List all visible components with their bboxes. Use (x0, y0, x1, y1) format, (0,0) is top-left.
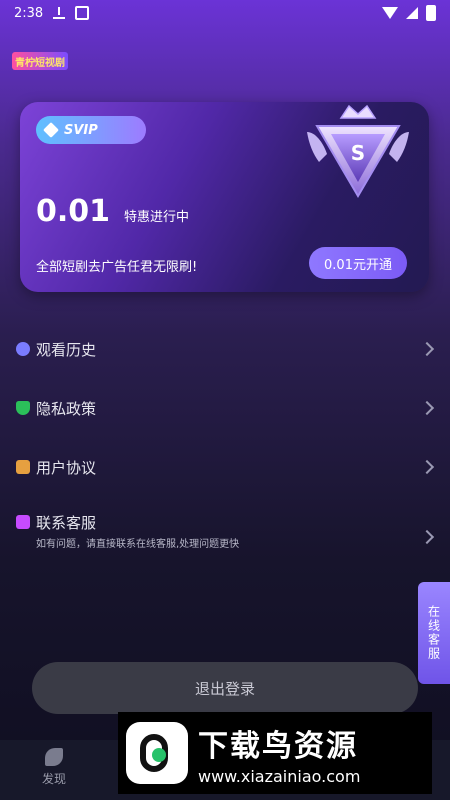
watermark-title: 下载鸟资源 (198, 728, 358, 764)
promo-text: 特惠进行中 (124, 210, 190, 225)
chevron-right-icon (419, 459, 435, 475)
online-service-tab[interactable]: 在线客服 (418, 582, 450, 684)
logout-button[interactable]: 退出登录 (32, 662, 418, 714)
tab-discover[interactable]: 发现 (34, 748, 74, 787)
svip-emblem-icon: S (307, 104, 409, 198)
chevron-right-icon (419, 341, 435, 357)
wifi-icon (382, 7, 398, 19)
menu-item-label: 联系客服 (36, 514, 97, 532)
emblem-letter: S (351, 141, 365, 165)
app-logo-text: 青柠短视剧 (15, 57, 65, 69)
menu-item-watch-history[interactable]: 观看历史 (0, 320, 450, 378)
svip-badge: SVIP (36, 116, 146, 144)
signal-icon (406, 7, 418, 19)
open-vip-button[interactable]: 0.01元开通 (309, 247, 407, 279)
watermark-banner: 下载鸟资源 www.xiazainiao.com (118, 712, 432, 794)
menu-item-user-agreement[interactable]: 用户协议 (0, 438, 450, 496)
menu-item-label: 用户协议 (36, 458, 97, 477)
watermark-url: www.xiazainiao.com (198, 766, 361, 786)
vip-card[interactable]: SVIP S 0.01 特惠进行中 全部短剧去广告任君无限刷! 0.01元开通 (20, 102, 429, 292)
menu-item-label: 隐私政策 (36, 399, 97, 418)
battery-icon (426, 5, 436, 21)
menu-item-contact-support[interactable]: 联系客服 如有问题，请直接联系在线客服,处理问题更快 (0, 504, 450, 568)
vip-price: 0.01 (36, 194, 111, 229)
shield-icon (16, 401, 30, 415)
app-logo: 青柠短视剧 (12, 52, 68, 70)
menu-item-privacy-policy[interactable]: 隐私政策 (0, 379, 450, 437)
menu-item-label: 观看历史 (36, 340, 97, 359)
notification-icon (75, 6, 90, 20)
mail-icon (16, 515, 30, 529)
clock-icon (16, 342, 30, 356)
discover-icon (45, 748, 63, 766)
document-icon (16, 460, 30, 474)
svip-badge-label: SVIP (64, 122, 98, 138)
tab-discover-label: 发现 (41, 772, 66, 786)
chevron-right-icon (419, 400, 435, 416)
vip-description: 全部短剧去广告任君无限刷! (36, 260, 198, 275)
download-icon (53, 7, 66, 19)
status-time: 2:38 (14, 5, 44, 21)
diamond-icon (43, 122, 59, 138)
status-bar: 2:38 (0, 0, 450, 26)
online-service-label: 在线客服 (426, 605, 441, 661)
watermark-logo-icon (126, 722, 188, 784)
menu-item-subtitle: 如有问题，请直接联系在线客服,处理问题更快 (36, 539, 240, 550)
chevron-right-icon (419, 529, 435, 545)
